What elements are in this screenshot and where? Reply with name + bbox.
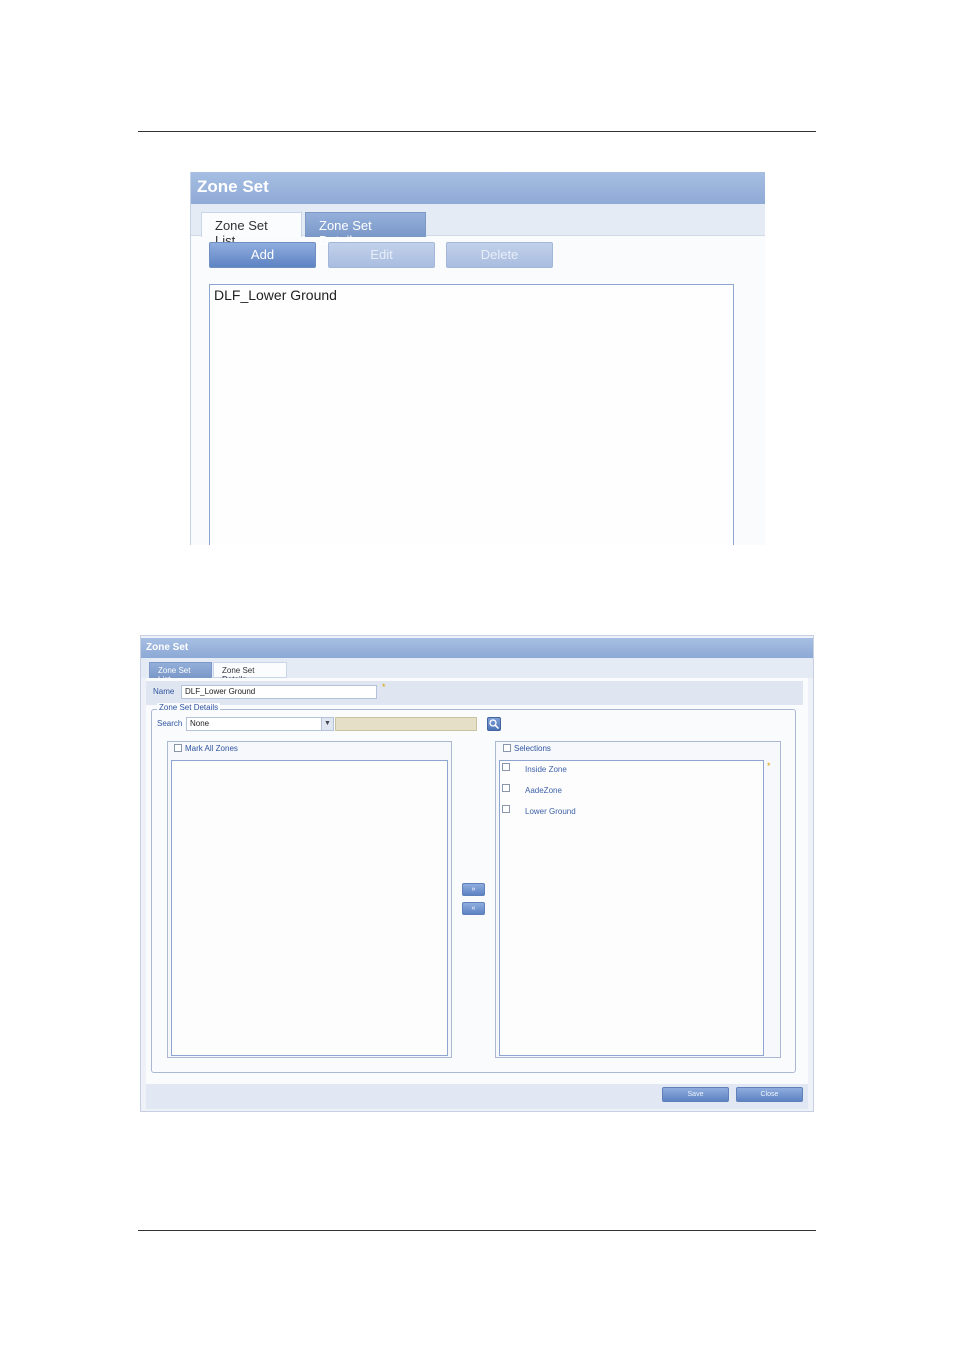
mark-all-zones-checkbox[interactable] bbox=[174, 744, 182, 752]
tab-zone-set-list[interactable]: Zone Set List bbox=[201, 212, 302, 248]
available-zones-list[interactable] bbox=[171, 760, 448, 1056]
edit-button[interactable]: Edit bbox=[328, 242, 435, 268]
mark-all-zones-label: Mark All Zones bbox=[185, 744, 238, 753]
list-item[interactable]: AadeZone bbox=[525, 786, 562, 795]
search-input[interactable] bbox=[335, 717, 477, 731]
selections-checkbox[interactable] bbox=[503, 744, 511, 752]
bottom-page-rule bbox=[138, 1230, 816, 1231]
selections-list bbox=[499, 760, 764, 1056]
move-left-button[interactable]: « bbox=[462, 902, 485, 915]
name-label: Name bbox=[153, 687, 175, 696]
required-marker: * bbox=[767, 761, 771, 771]
selections-label: Selections bbox=[514, 744, 551, 753]
name-field[interactable]: DLF_Lower Ground bbox=[181, 685, 377, 699]
tab-zone-set-details[interactable]: Zone Set Details bbox=[213, 662, 287, 684]
selection-checkbox[interactable] bbox=[502, 805, 510, 813]
selection-checkbox[interactable] bbox=[502, 784, 510, 792]
tab-zone-set-details[interactable]: Zone Set Details bbox=[305, 212, 426, 248]
search-type-select[interactable]: None ▼ bbox=[186, 717, 334, 731]
top-page-rule bbox=[138, 131, 816, 132]
zone-set-details-window: Zone Set Zone Set List Zone Set Details … bbox=[140, 635, 814, 1112]
delete-button[interactable]: Delete bbox=[446, 242, 553, 268]
fieldset-legend: Zone Set Details bbox=[157, 703, 221, 712]
zone-set-listbox[interactable]: DLF_Lower Ground bbox=[209, 284, 734, 545]
save-button[interactable]: Save bbox=[662, 1087, 729, 1102]
add-button[interactable]: Add bbox=[209, 242, 316, 268]
close-button[interactable]: Close bbox=[736, 1087, 803, 1102]
search-type-value: None bbox=[190, 719, 210, 728]
move-right-button[interactable]: » bbox=[462, 883, 485, 896]
search-icon bbox=[489, 719, 500, 730]
tab-zone-set-list[interactable]: Zone Set List bbox=[149, 662, 212, 684]
required-marker: * bbox=[382, 682, 386, 692]
chevron-down-icon[interactable]: ▼ bbox=[321, 718, 333, 730]
zone-set-list-window: Zone Set Zone Set List Zone Set Details … bbox=[190, 172, 765, 545]
list-item[interactable]: Lower Ground bbox=[525, 807, 576, 816]
search-button[interactable] bbox=[487, 717, 501, 731]
search-label: Search bbox=[157, 719, 183, 728]
window-title: Zone Set bbox=[141, 638, 813, 658]
selection-checkbox[interactable] bbox=[502, 763, 510, 771]
list-item[interactable]: DLF_Lower Ground bbox=[214, 287, 729, 303]
window-title: Zone Set bbox=[191, 172, 765, 204]
list-item[interactable]: Inside Zone bbox=[525, 765, 567, 774]
